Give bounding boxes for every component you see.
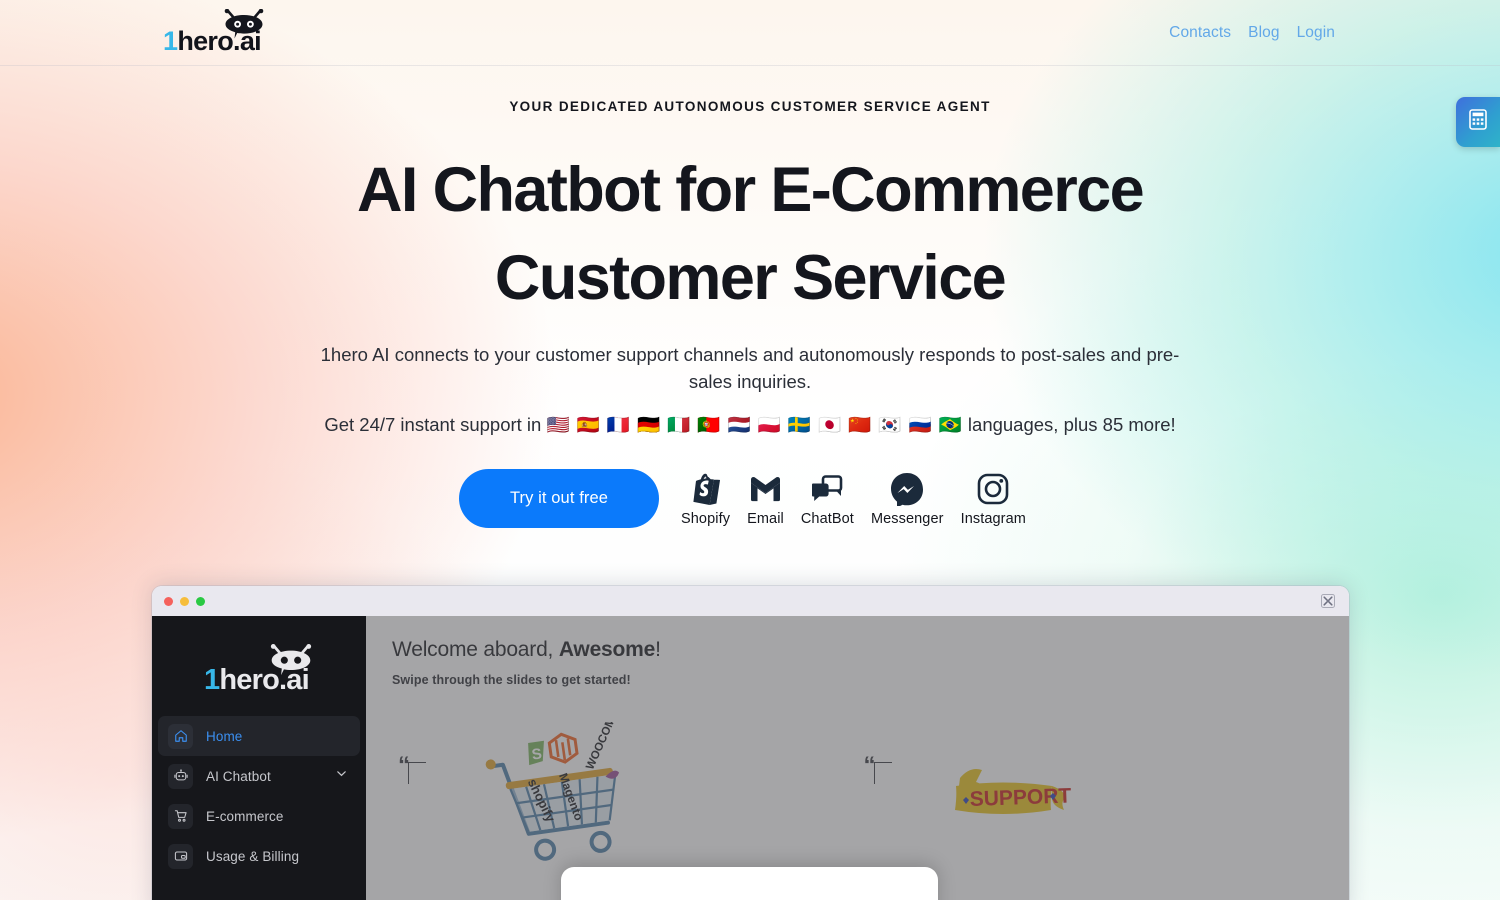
app-brand-prefix: 1 [204, 664, 220, 696]
app-main-content: Welcome aboard, Awesome! Swipe through t… [366, 616, 1349, 900]
side-widget-tab[interactable] [1456, 97, 1500, 147]
shopify-icon [681, 472, 730, 506]
app-preview-window: 1hero.ai Home AI Chatbot E-commerce Usag… [152, 586, 1349, 900]
channel-label: ChatBot [800, 511, 854, 527]
hero-languages-line: Get 24/7 instant support in 🇺🇸 🇪🇸 🇫🇷 🇩🇪 … [250, 412, 1250, 438]
sidebar-item-ai-chatbot[interactable]: AI Chatbot [158, 756, 360, 796]
home-icon [168, 723, 193, 749]
nav-link-blog[interactable]: Blog [1248, 24, 1279, 42]
onboarding-modal[interactable] [561, 867, 938, 900]
hero-subtitle: 1hero AI connects to your customer suppo… [320, 344, 1180, 392]
window-title-bar [152, 586, 1349, 616]
hero-title-line-2: Customer Service [494, 243, 1007, 313]
calculator-icon [1469, 109, 1487, 135]
expand-fullscreen-icon[interactable] [1321, 594, 1335, 608]
app-sidebar-logo[interactable]: 1hero.ai [152, 616, 366, 716]
sidebar-item-label: Home [206, 728, 243, 744]
page-title: AI Chatbot for E-Commerce Customer Servi… [250, 146, 1250, 322]
billing-card-icon [168, 843, 193, 869]
channel-label: Email [747, 511, 784, 527]
app-sidebar-nav: Home AI Chatbot E-commerce Usage & Billi… [152, 716, 366, 876]
hero-cta-row: Try it out free Shopify Email ChatBot Me… [459, 468, 1026, 528]
sidebar-item-label: Usage & Billing [206, 848, 300, 864]
minimize-button[interactable] [180, 596, 189, 606]
channel-email[interactable]: Email [747, 472, 784, 527]
sidebar-item-label: E-commerce [206, 808, 284, 824]
chevron-down-icon[interactable] [335, 767, 348, 785]
channel-instagram[interactable]: Instagram [961, 472, 1026, 527]
channel-label: Shopify [681, 511, 731, 527]
close-button[interactable] [164, 596, 173, 606]
channel-shopify[interactable]: Shopify [681, 472, 730, 527]
channel-chatbot[interactable]: ChatBot [801, 472, 854, 527]
robot-icon [168, 763, 193, 789]
main-nav: Contacts Blog Login [1169, 24, 1335, 42]
app-brand-rest: hero.ai [219, 664, 309, 696]
brand-name-rest: hero.ai [177, 25, 261, 56]
nav-link-login[interactable]: Login [1297, 24, 1335, 42]
messenger-icon [871, 472, 944, 506]
app-body: 1hero.ai Home AI Chatbot E-commerce Usag… [152, 616, 1349, 900]
brand-name: 1hero.ai [163, 25, 262, 56]
languages-prefix: Get 24/7 instant support in [324, 414, 547, 435]
chat-bubbles-icon [801, 472, 854, 506]
sidebar-item-label: AI Chatbot [206, 768, 271, 784]
window-controls [164, 596, 205, 606]
landing-page: 1hero.ai Contacts Blog Login YOUR DEDICA… [0, 0, 1500, 900]
hero-title-line-1: AI Chatbot for E-Commerce [356, 155, 1145, 225]
channel-messenger[interactable]: Messenger [871, 472, 944, 527]
gmail-icon [747, 472, 784, 506]
brand-logo[interactable]: 1hero.ai [163, 8, 267, 57]
brand-name-prefix: 1 [163, 25, 178, 56]
app-brand-name: 1hero.ai [204, 664, 310, 696]
channel-label: Messenger [870, 511, 944, 527]
try-it-out-free-button[interactable]: Try it out free [459, 469, 659, 528]
site-header: 1hero.ai Contacts Blog Login [0, 0, 1500, 66]
supported-channels: Shopify Email ChatBot Messenger Instagra… [681, 468, 1026, 527]
nav-link-contacts[interactable]: Contacts [1169, 24, 1231, 42]
maximize-button[interactable] [196, 596, 205, 606]
sidebar-item-usage-billing[interactable]: Usage & Billing [158, 836, 360, 876]
country-flags: 🇺🇸 🇪🇸 🇫🇷 🇩🇪 🇮🇹 🇵🇹 🇳🇱 🇵🇱 🇸🇪 🇯🇵 🇨🇳 🇰🇷 🇷🇺 🇧… [546, 414, 963, 435]
shopping-cart-icon [168, 803, 193, 829]
app-sidebar: 1hero.ai Home AI Chatbot E-commerce Usag… [152, 616, 366, 900]
languages-suffix: languages, plus 85 more! [962, 414, 1176, 435]
modal-backdrop[interactable] [366, 616, 1349, 900]
channel-label: Instagram [960, 511, 1026, 527]
sidebar-item-ecommerce[interactable]: E-commerce [158, 796, 360, 836]
instagram-icon [961, 472, 1026, 506]
sidebar-item-home[interactable]: Home [158, 716, 360, 756]
hero-eyebrow: YOUR DEDICATED AUTONOMOUS CUSTOMER SERVI… [509, 99, 991, 114]
